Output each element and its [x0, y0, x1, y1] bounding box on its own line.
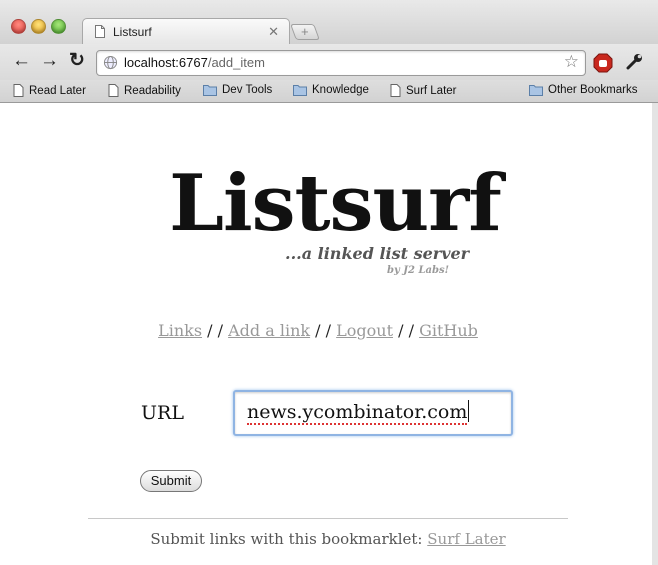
nav-link-add-a-link[interactable]: Add a link: [228, 321, 310, 340]
site-byline: by J2 Labs!: [387, 265, 449, 276]
zoom-window-button[interactable]: [51, 19, 66, 34]
plus-icon: +: [301, 24, 309, 39]
footer: Submit links with this bookmarklet: Surf…: [0, 530, 656, 548]
bookmark-label: Read Later: [29, 85, 86, 97]
bookmark-read-later[interactable]: Read Later: [13, 84, 86, 97]
submit-button[interactable]: Submit: [140, 470, 202, 492]
url-input[interactable]: news.ycombinator.com: [233, 390, 513, 436]
close-window-button[interactable]: [11, 19, 26, 34]
footer-divider: [88, 518, 568, 519]
page-icon: [108, 84, 119, 97]
forward-arrow-icon[interactable]: →: [40, 51, 59, 70]
site-tagline: ...a linked list server: [285, 244, 470, 263]
url-input-value: news.ycombinator.com: [247, 401, 468, 425]
bookmark-label: Readability: [124, 85, 181, 97]
nav-separator: / /: [207, 321, 223, 340]
bookmark-label: Dev Tools: [222, 84, 273, 96]
footer-text: Submit links with this bookmarklet:: [150, 530, 423, 548]
bookmark-knowledge[interactable]: Knowledge: [293, 84, 369, 96]
site-nav: Links / / Add a link / / Logout / / GitH…: [0, 321, 636, 340]
browser-toolbar: ← → ↻ localhost:6767/add_item ☆: [0, 44, 658, 80]
folder-icon: [203, 85, 217, 96]
nav-link-logout[interactable]: Logout: [336, 321, 393, 340]
address-bar[interactable]: localhost:6767/add_item ☆: [96, 50, 586, 76]
browser-tab[interactable]: Listsurf ✕: [82, 18, 290, 45]
folder-icon: [529, 85, 543, 96]
text-caret: [468, 400, 470, 422]
page-icon: [13, 84, 24, 97]
bookmarks-bar: Read Later Readability Dev Tools Knowled…: [0, 80, 658, 103]
wrench-icon[interactable]: [624, 52, 644, 72]
close-tab-icon[interactable]: ✕: [268, 24, 279, 40]
bookmark-other-bookmarks[interactable]: Other Bookmarks: [529, 84, 637, 96]
page-icon: [95, 25, 105, 38]
globe-icon: [103, 55, 118, 70]
stop-extension-icon[interactable]: [593, 53, 613, 73]
new-tab-button[interactable]: +: [290, 24, 320, 40]
url-field-label: URL: [141, 402, 184, 424]
title-bar: Listsurf ✕ +: [0, 0, 658, 45]
site-logo: Listsurf: [169, 158, 502, 249]
url-path: /add_item: [207, 55, 265, 70]
page-icon: [390, 84, 401, 97]
bookmark-readability[interactable]: Readability: [108, 84, 181, 97]
nav-separator: / /: [315, 321, 332, 340]
minimize-window-button[interactable]: [31, 19, 46, 34]
url-host: localhost:6767: [124, 55, 208, 70]
bookmark-label: Other Bookmarks: [548, 84, 638, 96]
bookmarklet-link[interactable]: Surf Later: [427, 530, 505, 548]
nav-separator: / /: [398, 321, 414, 340]
bookmark-star-icon[interactable]: ☆: [564, 52, 579, 72]
bookmark-label: Surf Later: [406, 85, 457, 97]
bookmark-surf-later[interactable]: Surf Later: [390, 84, 457, 97]
tab-title: Listsurf: [113, 25, 152, 39]
nav-link-links[interactable]: Links: [158, 321, 202, 340]
url-text: localhost:6767/add_item: [124, 55, 265, 70]
folder-icon: [293, 85, 307, 96]
bookmark-dev-tools[interactable]: Dev Tools: [203, 84, 272, 96]
back-arrow-icon[interactable]: ←: [12, 51, 31, 70]
bookmark-label: Knowledge: [312, 84, 369, 96]
nav-link-github[interactable]: GitHub: [419, 321, 478, 340]
reload-icon[interactable]: ↻: [68, 51, 86, 70]
